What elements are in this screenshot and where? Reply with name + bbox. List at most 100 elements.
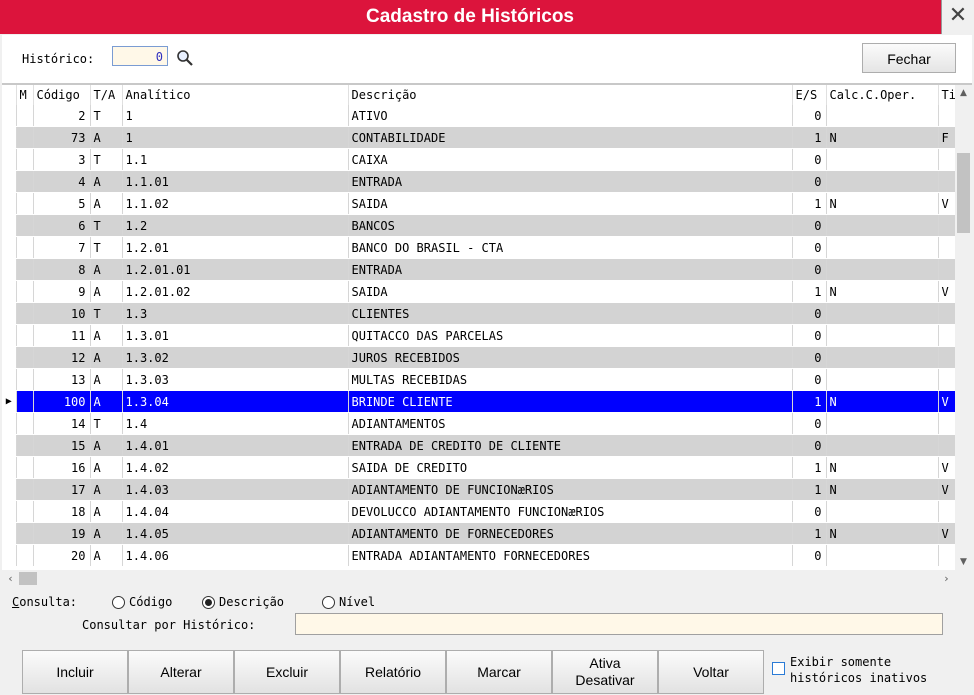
row-pointer-icon: ▶ bbox=[2, 390, 17, 413]
radio-codigo-dot[interactable] bbox=[112, 595, 125, 609]
inactive-checkbox-box[interactable] bbox=[772, 662, 785, 675]
cell-es: 1 bbox=[792, 456, 827, 479]
cell-calc bbox=[826, 258, 939, 281]
cell-analitico: 1 bbox=[122, 105, 349, 127]
cell-analitico: 1.4 bbox=[122, 412, 349, 435]
historicos-grid[interactable]: M Código T/A Analítico Descrição E/S Cal… bbox=[2, 84, 972, 587]
col-header-es[interactable]: E/S bbox=[792, 85, 827, 105]
cell-ta: A bbox=[90, 170, 123, 193]
cell-descricao: BRINDE CLIENTE bbox=[348, 390, 793, 413]
voltar-button[interactable]: Voltar bbox=[658, 650, 764, 694]
scroll-left-icon[interactable]: ‹ bbox=[2, 570, 19, 587]
table-row[interactable]: 17 A 1.4.03 ADIANTAMENTO DE FUNCIONæRIOS 1 N V bbox=[2, 478, 959, 501]
row-indicator bbox=[2, 456, 17, 479]
cell-ta: A bbox=[90, 434, 123, 457]
table-row[interactable]: 12 A 1.3.02 JUROS RECEBIDOS 0 bbox=[2, 346, 959, 369]
table-row[interactable]: 8 A 1.2.01.01 ENTRADA 0 bbox=[2, 258, 959, 281]
radio-codigo-label: Código bbox=[129, 595, 173, 609]
scroll-up-icon[interactable]: ▲ bbox=[955, 85, 972, 102]
table-row[interactable]: 16 A 1.4.02 SAIDA DE CREDITO 1 N V bbox=[2, 456, 959, 479]
table-row[interactable]: 14 T 1.4 ADIANTAMENTOS 0 bbox=[2, 412, 959, 435]
table-row[interactable]: 20 A 1.4.06 ENTRADA ADIANTAMENTO FORNECEDOR… bbox=[2, 544, 959, 567]
table-row[interactable]: ▶ 100 A 1.3.04 BRINDE CLIENTE 1 N V bbox=[2, 390, 959, 413]
table-row[interactable]: 10 T 1.3 CLIENTES 0 bbox=[2, 302, 959, 325]
table-row[interactable]: 73 A 1 CONTABILIDADE 1 N F bbox=[2, 126, 959, 149]
radio-nivel[interactable]: Nível bbox=[322, 595, 375, 609]
cell-calc: N bbox=[826, 192, 939, 215]
consultar-input[interactable] bbox=[295, 613, 943, 635]
cell-analitico: 1.3 bbox=[122, 302, 349, 325]
row-indicator bbox=[2, 544, 17, 567]
cell-calc bbox=[826, 500, 939, 523]
row-indicator bbox=[2, 214, 17, 237]
cell-codigo: 12 bbox=[33, 346, 91, 369]
table-row[interactable]: 15 A 1.4.01 ENTRADA DE CREDITO DE CLIENTE 0 bbox=[2, 434, 959, 457]
scroll-down-icon[interactable]: ▼ bbox=[955, 554, 972, 571]
cell-analitico: 1.3.01 bbox=[122, 324, 349, 347]
cell-codigo: 6 bbox=[33, 214, 91, 237]
cell-codigo: 2 bbox=[33, 105, 91, 127]
table-row[interactable]: 19 A 1.4.05 ADIANTAMENTO DE FORNECEDORES 1 N V bbox=[2, 522, 959, 545]
cell-ta: A bbox=[90, 192, 123, 215]
vertical-scrollbar[interactable]: ▲ ▼ bbox=[955, 85, 972, 571]
scroll-right-icon[interactable]: › bbox=[938, 570, 955, 587]
table-row[interactable]: 3 T 1.1 CAIXA 0 bbox=[2, 148, 959, 171]
cell-m bbox=[16, 170, 34, 193]
horizontal-scrollbar[interactable]: ‹ › bbox=[2, 570, 972, 587]
cell-descricao: ENTRADA ADIANTAMENTO FORNECEDORES bbox=[348, 544, 793, 567]
table-row[interactable]: 5 A 1.1.02 SAIDA 1 N V bbox=[2, 192, 959, 215]
table-row[interactable]: 9 A 1.2.01.02 SAIDA 1 N V bbox=[2, 280, 959, 303]
cell-codigo: 100 bbox=[33, 390, 91, 413]
consulta-label: Consulta: bbox=[12, 595, 78, 609]
table-row[interactable]: 18 A 1.4.04 DEVOLUCCO ADIANTAMENTO FUNCIONæ… bbox=[2, 500, 959, 523]
col-header-ta[interactable]: T/A bbox=[90, 85, 123, 105]
cell-descricao: CAIXA bbox=[348, 148, 793, 171]
cell-m bbox=[16, 434, 34, 457]
table-row[interactable]: 4 A 1.1.01 ENTRADA 0 bbox=[2, 170, 959, 193]
radio-nivel-dot[interactable] bbox=[322, 595, 335, 609]
cell-es: 0 bbox=[792, 170, 827, 193]
vertical-scroll-thumb[interactable] bbox=[957, 153, 970, 233]
table-row[interactable]: 7 T 1.2.01 BANCO DO BRASIL - CTA 0 bbox=[2, 236, 959, 259]
historico-input[interactable]: 0 bbox=[112, 46, 168, 66]
cell-calc: N bbox=[826, 456, 939, 479]
cell-codigo: 5 bbox=[33, 192, 91, 215]
fechar-button[interactable]: Fechar bbox=[862, 43, 956, 73]
historico-label: Histórico: bbox=[22, 52, 95, 66]
radio-descricao-dot[interactable] bbox=[202, 595, 215, 609]
col-header-descricao[interactable]: Descrição bbox=[348, 85, 793, 105]
cell-calc bbox=[826, 324, 939, 347]
table-row[interactable]: 11 A 1.3.01 QUITACCO DAS PARCELAS 0 bbox=[2, 324, 959, 347]
row-indicator bbox=[2, 105, 17, 127]
cell-calc: N bbox=[826, 478, 939, 501]
radio-descricao[interactable]: Descrição bbox=[202, 595, 284, 609]
table-row[interactable]: 2 T 1 ATIVO 0 bbox=[2, 105, 959, 127]
ativa-desativar-button[interactable]: Ativa Desativar bbox=[552, 650, 658, 694]
col-header-m[interactable]: M bbox=[16, 85, 34, 105]
cell-analitico: 1.4.04 bbox=[122, 500, 349, 523]
horizontal-scroll-thumb[interactable] bbox=[19, 572, 37, 585]
search-icon[interactable] bbox=[176, 49, 194, 67]
cell-ta: A bbox=[90, 126, 123, 149]
radio-codigo[interactable]: Código bbox=[112, 595, 172, 609]
close-icon[interactable]: ✕ bbox=[941, 0, 974, 34]
cell-codigo: 8 bbox=[33, 258, 91, 281]
row-indicator bbox=[2, 324, 17, 347]
cell-calc bbox=[826, 544, 939, 567]
inactive-checkbox[interactable]: Exibir somente históricos inativos bbox=[772, 654, 927, 686]
table-row[interactable]: 6 T 1.2 BANCOS 0 bbox=[2, 214, 959, 237]
relatorio-button[interactable]: Relatório bbox=[340, 650, 446, 694]
table-row[interactable]: 13 A 1.3.03 MULTAS RECEBIDAS 0 bbox=[2, 368, 959, 391]
cell-es: 0 bbox=[792, 500, 827, 523]
cell-m bbox=[16, 148, 34, 171]
col-header-analitico[interactable]: Analítico bbox=[122, 85, 349, 105]
marcar-button[interactable]: Marcar bbox=[446, 650, 552, 694]
cell-m bbox=[16, 346, 34, 369]
cell-es: 0 bbox=[792, 412, 827, 435]
alterar-button[interactable]: Alterar bbox=[128, 650, 234, 694]
incluir-button[interactable]: Incluir bbox=[22, 650, 128, 694]
excluir-button[interactable]: Excluir bbox=[234, 650, 340, 694]
col-header-calc[interactable]: Calc.C.Oper. bbox=[826, 85, 939, 105]
cell-ta: A bbox=[90, 522, 123, 545]
col-header-codigo[interactable]: Código bbox=[33, 85, 91, 105]
